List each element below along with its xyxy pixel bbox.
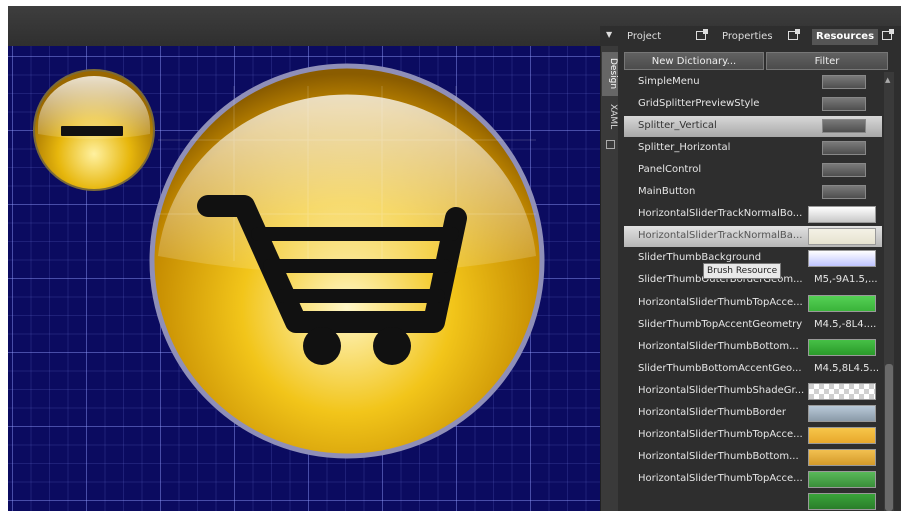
resource-row[interactable]: HorizontalSliderThumbBottom...: [624, 447, 882, 468]
resources-toolbar: New Dictionary... Filter: [624, 52, 888, 70]
resource-name: SliderThumbBottomAccentGeo...: [638, 362, 802, 374]
brush-swatch[interactable]: [808, 448, 876, 466]
small-minus-button[interactable]: [33, 69, 155, 191]
resource-row[interactable]: HorizontalSliderThumbTopAcce...: [624, 469, 882, 490]
brush-swatch[interactable]: [808, 404, 876, 422]
resource-name: HorizontalSliderThumbTopAcce...: [638, 296, 803, 308]
resource-row[interactable]: HorizontalSliderThumbShadeGr...: [624, 381, 882, 402]
tab-properties[interactable]: Properties: [722, 29, 773, 45]
canvas-artwork: [33, 63, 545, 459]
resource-row[interactable]: HorizontalSliderThumbBorder: [624, 403, 882, 424]
resource-name: SliderThumbTopAccentGeometry: [638, 318, 803, 330]
style-preview: [822, 75, 866, 89]
resource-row[interactable]: Splitter_Vertical: [624, 116, 882, 138]
minus-icon: [61, 126, 123, 136]
style-preview: [822, 185, 866, 200]
resource-name: HorizontalSliderThumbBorder: [638, 406, 786, 418]
scroll-up-arrow-icon[interactable]: ▲: [885, 76, 890, 84]
split-view-icon[interactable]: [606, 140, 615, 149]
style-preview: [822, 119, 866, 134]
tab-xaml[interactable]: XAML: [602, 100, 618, 134]
resource-name: HorizontalSliderThumbShadeGr...: [638, 384, 805, 396]
style-preview: [822, 97, 866, 112]
resource-row[interactable]: SimpleMenu: [624, 72, 882, 93]
geometry-value: M5,-9A1.5,...: [814, 274, 878, 286]
resource-name: HorizontalSliderThumbTopAcce...: [638, 472, 803, 484]
filter-button[interactable]: Filter: [766, 52, 888, 70]
geometry-value: M4.5,-8L4....: [814, 318, 877, 330]
resource-name: Splitter_Vertical: [638, 120, 717, 132]
resource-name: HorizontalSliderTrackNormalBo...: [638, 208, 803, 220]
resource-row[interactable]: [624, 491, 882, 512]
resource-name: SimpleMenu: [638, 76, 700, 87]
tab-design[interactable]: Design: [602, 52, 618, 96]
resource-row[interactable]: GridSplitterPreviewStyle: [624, 94, 882, 115]
resource-row[interactable]: HorizontalSliderTrackNormalBa...: [624, 226, 882, 248]
resource-row[interactable]: Splitter_Horizontal: [624, 138, 882, 159]
brush-swatch[interactable]: [808, 382, 876, 400]
design-canvas[interactable]: [8, 46, 600, 511]
brush-swatch[interactable]: [808, 228, 876, 246]
resource-name: HorizontalSliderThumbBottom...: [638, 450, 799, 462]
resource-row[interactable]: HorizontalSliderTrackNormalBo...: [624, 204, 882, 225]
brush-swatch[interactable]: [808, 470, 876, 488]
tooltip: Brush Resource: [703, 263, 782, 279]
resource-row[interactable]: PanelControl: [624, 160, 882, 181]
style-preview: [822, 163, 866, 178]
resource-list-scrollbar[interactable]: ▲: [884, 72, 894, 511]
resource-name: MainButton: [638, 186, 696, 198]
resource-row[interactable]: HorizontalSliderThumbBottom...: [624, 337, 882, 358]
resource-name: HorizontalSliderThumbTopAcce...: [638, 428, 803, 440]
resource-name: SliderThumbBackground: [638, 252, 762, 264]
resource-name: PanelControl: [638, 164, 702, 176]
style-preview: [822, 141, 866, 156]
scrollbar-thumb[interactable]: [885, 364, 893, 511]
blend-editor-window: ▼ Project Properties Resources Design XA…: [0, 0, 901, 511]
resource-row[interactable]: MainButton: [624, 182, 882, 203]
shopping-cart-button[interactable]: [149, 63, 545, 459]
resource-row[interactable]: HorizontalSliderThumbTopAcce...: [624, 425, 882, 446]
brush-swatch[interactable]: [808, 294, 876, 312]
tab-resources[interactable]: Resources: [812, 29, 879, 45]
brush-swatch[interactable]: [808, 338, 876, 356]
panel-menu-arrow-icon[interactable]: ▼: [606, 30, 612, 39]
brush-swatch[interactable]: [808, 206, 876, 224]
view-mode-tabs: Design XAML: [600, 46, 619, 511]
resource-list: SimpleMenu GridSplitterPreviewStyle Splitt…: [624, 72, 882, 511]
brush-swatch[interactable]: [808, 426, 876, 444]
resource-row[interactable]: HorizontalSliderThumbTopAcce...: [624, 293, 882, 314]
resource-row[interactable]: SliderThumbTopAccentGeometry M4.5,-8L4...…: [624, 315, 882, 336]
resource-row[interactable]: SliderThumbBottomAccentGeo... M4.5,8L4.5.…: [624, 359, 882, 380]
resource-name: HorizontalSliderTrackNormalBa...: [638, 230, 803, 242]
popout-icon[interactable]: [882, 29, 894, 40]
tab-project[interactable]: Project: [627, 29, 661, 45]
new-dictionary-button[interactable]: New Dictionary...: [624, 52, 764, 70]
cart-wheel-left: [303, 327, 341, 365]
brush-swatch[interactable]: [808, 250, 876, 268]
resource-name: HorizontalSliderThumbBottom...: [638, 340, 799, 352]
popout-icon[interactable]: [788, 29, 800, 40]
brush-swatch[interactable]: [808, 492, 876, 510]
resource-name: GridSplitterPreviewStyle: [638, 98, 760, 110]
popout-icon[interactable]: [696, 29, 708, 40]
cart-wheel-right: [373, 327, 411, 365]
panel-tab-row: ▼ Project Properties Resources: [600, 26, 901, 46]
geometry-value: M4.5,8L4.5...: [814, 362, 880, 374]
resource-name: Splitter_Horizontal: [638, 142, 731, 154]
